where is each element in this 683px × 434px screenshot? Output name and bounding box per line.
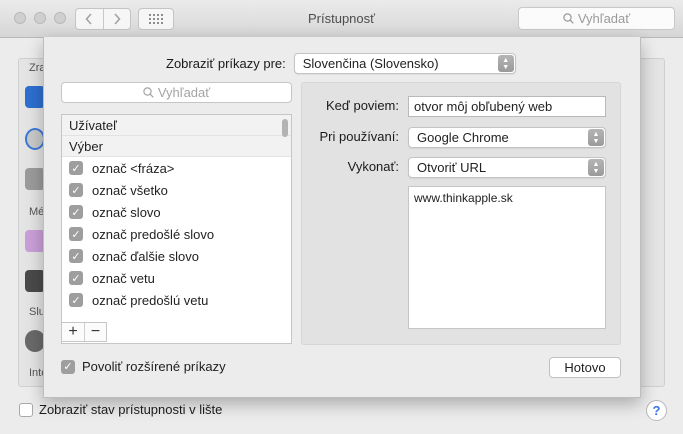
speaker-icon[interactable] [25, 330, 45, 352]
help-button[interactable]: ? [646, 400, 667, 421]
command-search-input[interactable]: Vyhľadať [61, 82, 292, 103]
language-row: Zobraziť príkazy pre: Slovenčina (Sloven… [166, 53, 516, 74]
command-label: označ všetko [92, 182, 168, 198]
language-popup[interactable]: Slovenčina (Slovensko) ▲ ▼ [293, 53, 516, 74]
add-command-button[interactable]: + [62, 323, 84, 341]
perform-value: Otvoriť URL [417, 160, 487, 175]
perform-popup[interactable]: Otvoriť URL ▲ ▼ [408, 157, 606, 178]
command-label: označ <fráza> [92, 160, 175, 176]
done-button[interactable]: Hotovo [549, 357, 621, 378]
when-i-say-input[interactable]: otvor môj obľubený web [408, 96, 606, 117]
command-detail-panel: Keď poviem: otvor môj obľubený web Pri p… [301, 82, 621, 345]
url-textarea[interactable]: www.thinkapple.sk [408, 186, 606, 329]
show-status-checkbox-row[interactable]: Zobraziť stav prístupnosti v lište [19, 402, 222, 417]
command-list[interactable]: Užívateľ Výber ✓ označ <fráza> ✓ označ v… [61, 114, 292, 344]
perform-label: Vykonať: [347, 159, 399, 174]
display-icon[interactable] [25, 86, 45, 108]
window-search-field[interactable]: Vyhľadať [518, 7, 675, 30]
command-checkbox[interactable]: ✓ [69, 205, 83, 219]
while-using-popup[interactable]: Google Chrome ▲ ▼ [408, 127, 606, 148]
command-label: označ predošlé slovo [92, 226, 215, 242]
captions-icon[interactable] [25, 230, 45, 252]
language-value: Slovenčina (Slovensko) [302, 56, 439, 71]
updown-arrows-icon: ▲ ▼ [588, 129, 604, 146]
window-search-placeholder: Vyhľadať [577, 11, 631, 26]
list-item[interactable]: ✓ označ vetu [62, 267, 291, 289]
command-checkbox[interactable]: ✓ [69, 183, 83, 197]
when-i-say-label: Keď poviem: [325, 98, 399, 113]
dictation-commands-sheet: Zobraziť príkazy pre: Slovenčina (Sloven… [43, 37, 641, 398]
command-label: označ ďalšie slovo [92, 248, 199, 264]
enable-advanced-checkbox[interactable]: ✓ [61, 359, 75, 374]
show-status-label: Zobraziť stav prístupnosti v lište [39, 402, 223, 417]
list-item[interactable]: ✓ označ ďalšie slovo [62, 245, 291, 267]
search-icon [143, 87, 154, 98]
enable-advanced-row[interactable]: ✓ Povoliť rozšírené príkazy [61, 359, 226, 374]
list-scrollbar[interactable] [282, 119, 288, 137]
list-item[interactable]: ✓ označ predošlé slovo [62, 223, 291, 245]
updown-arrows-icon: ▲ ▼ [497, 55, 514, 72]
title-bar: Prístupnosť Vyhľadať [0, 0, 683, 38]
show-status-checkbox[interactable] [19, 402, 33, 417]
remove-command-button[interactable]: − [84, 323, 106, 341]
command-checkbox[interactable]: ✓ [69, 227, 83, 241]
command-checkbox[interactable]: ✓ [69, 249, 83, 263]
list-item[interactable]: ✓ označ predošlú vetu [62, 289, 291, 311]
group-header-selection[interactable]: Výber [62, 136, 291, 157]
list-item[interactable]: ✓ označ <fráza> [62, 157, 291, 179]
while-using-value: Google Chrome [417, 130, 509, 145]
while-using-label: Pri používaní: [319, 129, 400, 144]
search-icon [563, 13, 574, 24]
add-remove-buttons: + − [61, 322, 107, 342]
voiceover-icon[interactable] [25, 168, 45, 190]
command-search-placeholder: Vyhľadať [157, 85, 211, 100]
command-label: označ vetu [92, 270, 155, 286]
zoom-icon[interactable] [25, 128, 45, 150]
command-checkbox[interactable]: ✓ [69, 271, 83, 285]
updown-arrows-icon: ▲ ▼ [588, 159, 604, 176]
list-item[interactable]: ✓ označ slovo [62, 201, 291, 223]
group-header-user[interactable]: Užívateľ [62, 115, 291, 136]
list-item[interactable]: ✓ označ všetko [62, 179, 291, 201]
language-label: Zobraziť príkazy pre: [166, 56, 286, 71]
command-checkbox[interactable]: ✓ [69, 293, 83, 307]
enable-advanced-label: Povoliť rozšírené príkazy [82, 359, 226, 374]
command-label: označ predošlú vetu [92, 292, 209, 308]
sidebar-fragment-me: Mé [29, 206, 45, 218]
descriptions-icon[interactable] [25, 270, 45, 292]
command-checkbox[interactable]: ✓ [69, 161, 83, 175]
command-label: označ slovo [92, 204, 161, 220]
